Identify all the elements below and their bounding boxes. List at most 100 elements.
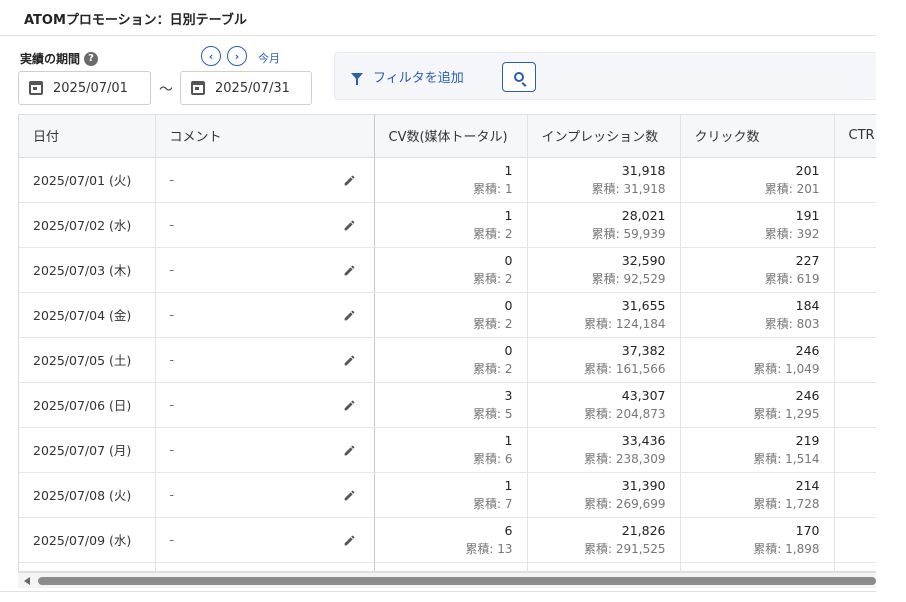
comment-cell[interactable] (155, 562, 375, 571)
ctr-cell (834, 382, 876, 428)
impressions-cumulative: 累積: 59,939 (591, 226, 666, 241)
edit-pencil-icon[interactable] (343, 174, 356, 187)
column-header-comment[interactable]: コメント (155, 115, 375, 158)
calendar-icon (29, 81, 43, 95)
table-row: 2025/07/08 (火) - 1 累積: 7 31,390 累積: 269,699 21… (19, 472, 876, 518)
cv-cell: 1 (374, 562, 528, 571)
column-header-cv[interactable]: CV数(媒体トータル) (374, 115, 528, 158)
date-cell: 2025/07/06 (日) (19, 382, 156, 428)
clicks-cumulative: 累積: 1,728 (753, 496, 820, 511)
comment-text: - (169, 487, 175, 502)
impressions-value: 31,390 (621, 477, 666, 493)
clicks-cell: 246 累積: 1,049 (680, 337, 835, 383)
edit-pencil-icon[interactable] (343, 264, 356, 277)
edit-pencil-icon[interactable] (343, 309, 356, 322)
daily-table: 日付 コメント CV数(媒体トータル) インプレッション数 クリック数 CTR … (18, 114, 876, 572)
cv-value: 0 (504, 252, 513, 268)
edit-pencil-icon[interactable] (343, 444, 356, 457)
scrollbar-thumb[interactable] (38, 577, 876, 585)
this-month-link[interactable]: 今月 (258, 50, 280, 66)
impressions-cumulative: 累積: 31,918 (591, 181, 666, 196)
impressions-cell: 37,382 累積: 161,566 (527, 337, 681, 383)
end-date-field[interactable]: 2025/07/31 (180, 71, 312, 105)
ctr-cell (834, 202, 876, 248)
edit-pencil-icon[interactable] (343, 354, 356, 367)
comment-cell[interactable]: - (155, 517, 375, 563)
clicks-value: 201 (795, 162, 820, 178)
edit-pencil-icon[interactable] (343, 219, 356, 232)
clicks-cell: 201 累積: 201 (680, 157, 835, 203)
impressions-cell: 33,436 累積: 238,309 (527, 427, 681, 473)
column-header-impressions[interactable]: インプレッション数 (527, 115, 681, 158)
help-icon[interactable]: ? (84, 51, 99, 66)
comment-text: - (169, 352, 175, 367)
clicks-value: 214 (795, 477, 820, 493)
ctr-cell (834, 517, 876, 563)
cv-cell: 0 累積: 2 (374, 337, 528, 383)
cv-cumulative: 累積: 6 (473, 451, 513, 466)
window-edge (876, 0, 906, 602)
impressions-cell: 43,307 累積: 204,873 (527, 382, 681, 428)
comment-cell[interactable]: - (155, 292, 375, 338)
cv-value: 1 (504, 162, 513, 178)
column-header-date[interactable]: 日付 (19, 115, 156, 158)
next-month-button[interactable]: › (227, 46, 247, 66)
comment-cell[interactable]: - (155, 157, 375, 203)
ctr-cell (834, 157, 876, 203)
calendar-icon (191, 81, 205, 95)
page-header: ATOMプロモーション：日別テーブル (0, 0, 876, 36)
start-date-field[interactable]: 2025/07/01 (18, 71, 151, 105)
ctr-cell (834, 427, 876, 473)
date-cell: 2025/07/04 (金) (19, 292, 156, 338)
scroll-left-arrow-icon[interactable] (24, 577, 30, 585)
end-date-value: 2025/07/31 (215, 80, 290, 96)
clicks-value: 170 (795, 522, 820, 538)
date-range-separator: ～ (159, 82, 173, 98)
comment-cell[interactable]: - (155, 202, 375, 248)
impressions-value: 37,382 (621, 342, 666, 358)
horizontal-scrollbar[interactable] (18, 572, 876, 588)
impressions-value: 33,436 (621, 432, 666, 448)
impressions-cumulative: 累積: 161,566 (584, 361, 666, 376)
add-filter-button[interactable]: フィルタを追加 (351, 67, 464, 86)
edit-pencil-icon[interactable] (343, 489, 356, 502)
impressions-cell: 26,755 (527, 562, 681, 571)
impressions-cumulative: 累積: 92,529 (591, 271, 666, 286)
cv-cell: 0 累積: 2 (374, 292, 528, 338)
date-cell (19, 562, 156, 571)
comment-cell[interactable]: - (155, 472, 375, 518)
cv-cell: 0 累積: 2 (374, 247, 528, 293)
table-row: 2025/07/02 (水) - 1 累積: 2 28,021 累積: 59,939 191… (19, 202, 876, 248)
cv-cumulative: 累積: 7 (473, 496, 513, 511)
cv-value: 0 (504, 342, 513, 358)
edit-pencil-icon[interactable] (343, 534, 356, 547)
ctr-cell (834, 472, 876, 518)
date-cell: 2025/07/03 (木) (19, 247, 156, 293)
comment-cell[interactable]: - (155, 382, 375, 428)
clicks-cumulative: 累積: 803 (764, 316, 820, 331)
cv-value: 1 (504, 207, 513, 223)
cv-value: 3 (504, 387, 513, 403)
ctr-cell (834, 292, 876, 338)
add-filter-label: フィルタを追加 (373, 71, 464, 86)
clicks-value: 227 (795, 252, 820, 268)
date-cell: 2025/07/08 (火) (19, 472, 156, 518)
impressions-cumulative: 累積: 124,184 (584, 316, 666, 331)
column-header-ctr[interactable]: CTR (834, 115, 876, 158)
cv-cumulative: 累積: 5 (473, 406, 513, 421)
comment-cell[interactable]: - (155, 427, 375, 473)
comment-text: - (169, 172, 175, 187)
prev-month-button[interactable]: ‹ (201, 46, 221, 66)
search-button[interactable] (502, 62, 536, 92)
table-row: 2025/07/05 (土) - 0 累積: 2 37,382 累積: 161,566 24… (19, 337, 876, 383)
edit-pencil-icon[interactable] (343, 399, 356, 412)
comment-cell[interactable]: - (155, 247, 375, 293)
column-header-clicks[interactable]: クリック数 (680, 115, 835, 158)
comment-text: - (169, 217, 175, 232)
clicks-cumulative: 累積: 1,049 (753, 361, 820, 376)
impressions-cell: 32,590 累積: 92,529 (527, 247, 681, 293)
table-header-row: 日付 コメント CV数(媒体トータル) インプレッション数 クリック数 CTR (19, 115, 876, 158)
divider (0, 591, 876, 592)
comment-cell[interactable]: - (155, 337, 375, 383)
impressions-cumulative: 累積: 238,309 (584, 451, 666, 466)
